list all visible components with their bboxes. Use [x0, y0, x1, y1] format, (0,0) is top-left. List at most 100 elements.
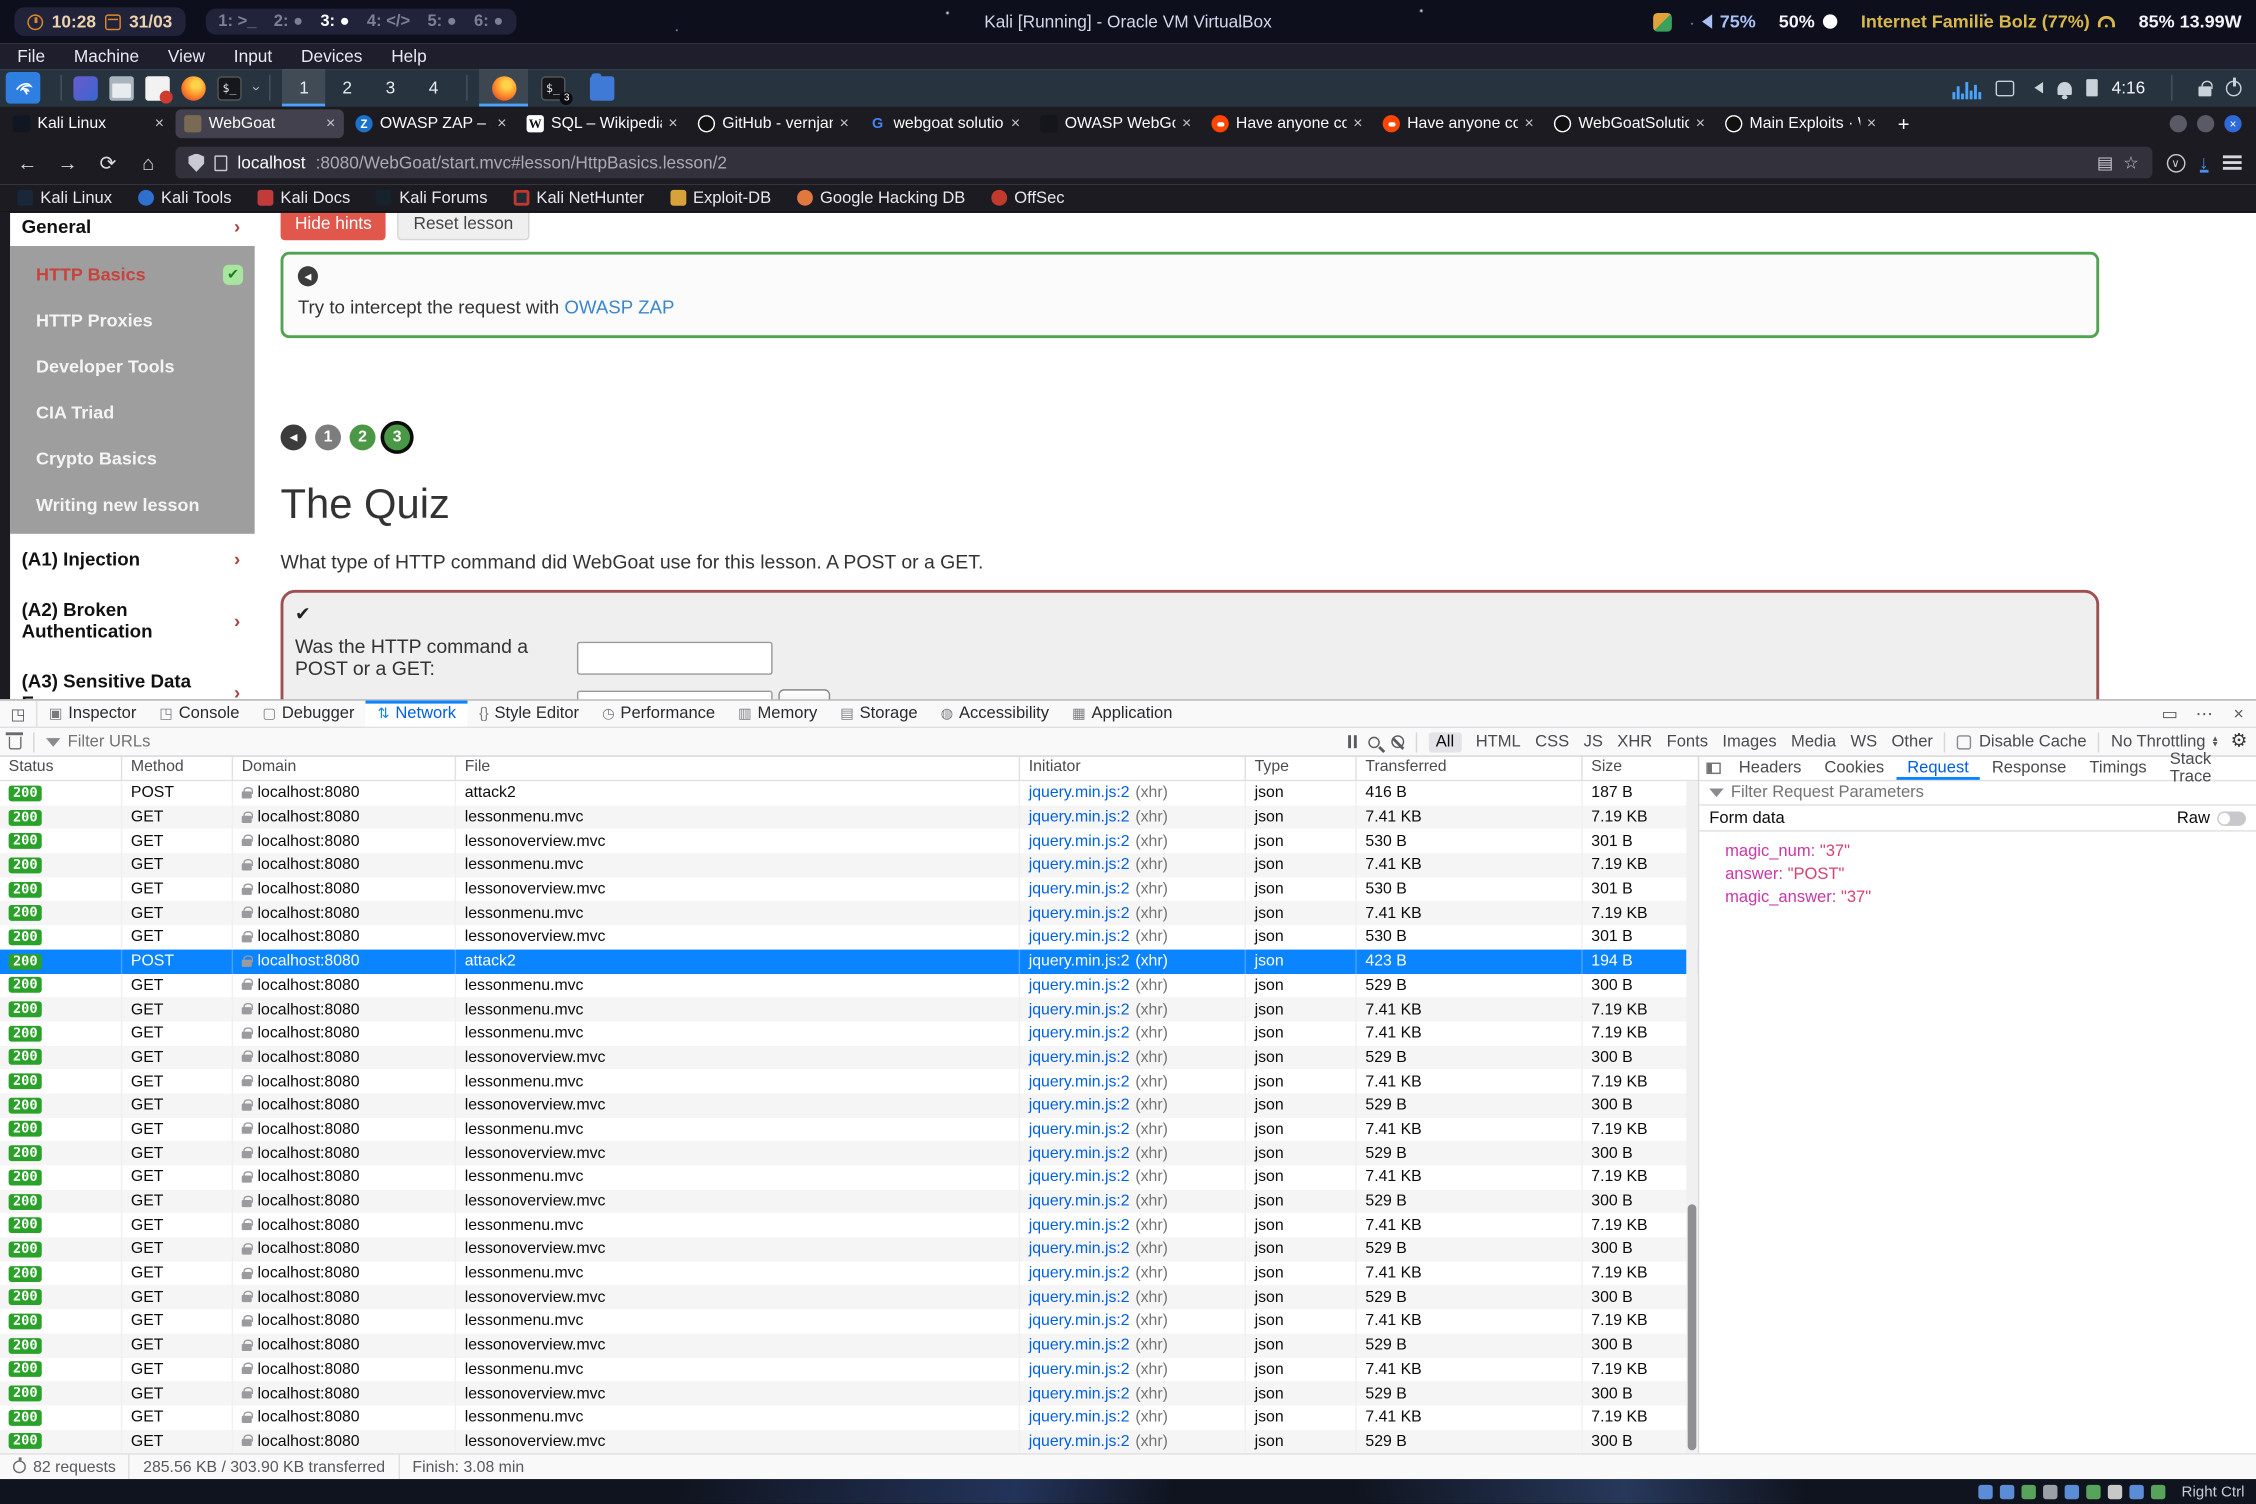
site-info-icon[interactable] [214, 155, 227, 171]
type-filter-fonts[interactable]: Fonts [1667, 733, 1708, 750]
kali-clock[interactable]: 4:16 [2112, 78, 2146, 98]
request-row[interactable]: 200 GET localhost:8080 lessonoverview.mv… [0, 1189, 1698, 1213]
taskbar-files[interactable] [577, 69, 626, 106]
wifi-indicator[interactable]: Internet Familie Bolz (77%) [1861, 12, 2116, 32]
browser-tab[interactable]: Have anyone comple × [1374, 109, 1542, 138]
tab-close-icon[interactable]: × [1011, 115, 1020, 132]
network-settings-icon[interactable]: ⚙ [2231, 731, 2248, 753]
initiator-link[interactable]: jquery.min.js:2 [1029, 1025, 1130, 1042]
firefox-launcher-icon[interactable] [181, 76, 205, 100]
sidebar-category[interactable]: (A3) Sensitive Data Exposure › [10, 656, 255, 699]
audio-icon[interactable] [2022, 1484, 2036, 1498]
request-row[interactable]: 200 GET localhost:8080 lessonmenu.mvc jq… [0, 805, 1698, 829]
bookmark-item[interactable]: OffSec [991, 189, 1064, 206]
request-row[interactable]: 200 GET localhost:8080 lessonmenu.mvc jq… [0, 973, 1698, 997]
type-filter-all[interactable]: All [1429, 732, 1462, 752]
host-workspace[interactable]: 2: ● [274, 13, 303, 30]
tab-close-icon[interactable]: × [1867, 115, 1876, 132]
bookmark-item[interactable]: Kali Forums [376, 189, 487, 206]
bookmark-item[interactable]: Exploit-DB [670, 189, 771, 206]
column-header-initiator[interactable]: Initiator [1020, 757, 1246, 780]
tab-close-icon[interactable]: × [1353, 115, 1362, 132]
clear-requests-icon[interactable] [9, 737, 22, 750]
request-row[interactable]: 200 POST localhost:8080 attack2 jquery.m… [0, 949, 1698, 973]
type-filter-js[interactable]: JS [1584, 733, 1603, 750]
detail-tab-response[interactable]: Response [1980, 757, 2078, 780]
devtools-tab-inspector[interactable]: ▣Inspector [37, 701, 147, 727]
sidebar-lesson-item[interactable]: Crypto Basics [10, 436, 255, 482]
tab-close-icon[interactable]: × [1696, 115, 1705, 132]
sidebar-category[interactable]: (A1) Injection › [10, 534, 255, 584]
hint-prev-icon[interactable]: ◄ [298, 266, 318, 286]
volume-indicator[interactable]: 75% [1695, 12, 1755, 32]
kali-workspace-pager[interactable]: 1234 [282, 69, 455, 106]
taskbar-firefox[interactable] [480, 69, 529, 106]
detail-tab-headers[interactable]: Headers [1727, 757, 1813, 780]
sidebar-lesson-item[interactable]: CIA Triad [10, 390, 255, 436]
browser-tab[interactable]: Z OWASP ZAP – ZAP i × [347, 109, 515, 138]
minimize-button[interactable] [2170, 115, 2187, 132]
request-row[interactable]: 200 GET localhost:8080 lessonmenu.mvc jq… [0, 1165, 1698, 1189]
kali-workspace-2[interactable]: 2 [326, 69, 369, 106]
bookmark-item[interactable]: Kali Docs [257, 189, 350, 206]
sidebar-lesson-item[interactable]: HTTP Proxies [10, 298, 255, 344]
url-bar[interactable]: localhost :8080/WebGoat/start.mvc#lesson… [176, 147, 2152, 179]
initiator-link[interactable]: jquery.min.js:2 [1029, 1169, 1130, 1186]
close-button[interactable]: × [2224, 115, 2241, 132]
type-filter-ws[interactable]: WS [1850, 733, 1877, 750]
scrollbar[interactable] [1686, 781, 1698, 1453]
devtools-tab-performance[interactable]: ◷Performance [591, 701, 727, 727]
disable-cache-checkbox[interactable]: Disable Cache [1957, 733, 2086, 750]
whisker-menu-icon[interactable] [73, 76, 97, 100]
brightness-indicator[interactable]: 50% [1779, 12, 1838, 32]
form-data-param[interactable]: answer: "POST" [1699, 863, 2256, 886]
host-workspace[interactable]: 6: ● [474, 13, 503, 30]
reader-mode-icon[interactable]: ▤ [2097, 153, 2113, 173]
initiator-link[interactable]: jquery.min.js:2 [1029, 1337, 1130, 1354]
column-header-size[interactable]: Size [1583, 757, 1675, 780]
kali-workspace-4[interactable]: 4 [412, 69, 455, 106]
menu-file[interactable]: File [17, 46, 45, 66]
devtools-tab-debugger[interactable]: ▢Debugger [251, 701, 366, 727]
bookmark-star-icon[interactable]: ☆ [2123, 153, 2138, 173]
column-header-type[interactable]: Type [1246, 757, 1357, 780]
go-button[interactable]: Go! [778, 689, 830, 699]
bookmark-item[interactable]: Kali Linux [17, 189, 112, 206]
browser-tab[interactable]: WebGoatSolutions/S × [1545, 109, 1713, 138]
text-editor-icon[interactable] [145, 76, 169, 100]
devtools-menu-icon[interactable]: ⋯ [2187, 704, 2222, 724]
notifications-icon[interactable] [2057, 81, 2071, 94]
column-header-method[interactable]: Method [122, 757, 233, 780]
type-filter-media[interactable]: Media [1791, 733, 1836, 750]
initiator-link[interactable]: jquery.min.js:2 [1029, 1265, 1130, 1282]
browser-tab[interactable]: Have anyone comple × [1203, 109, 1371, 138]
initiator-link[interactable]: jquery.min.js:2 [1029, 977, 1130, 994]
page-back-button[interactable]: ◄ [281, 424, 307, 450]
pocket-icon[interactable]: ∨ [2166, 153, 2185, 172]
request-row[interactable]: 200 GET localhost:8080 lessonmenu.mvc jq… [0, 1309, 1698, 1333]
request-row[interactable]: 200 GET localhost:8080 lessonoverview.mv… [0, 925, 1698, 949]
forward-button[interactable]: → [55, 151, 81, 174]
detail-tab-timings[interactable]: Timings [2078, 757, 2158, 780]
pause-traffic-icon[interactable] [1348, 735, 1357, 748]
type-filter-xhr[interactable]: XHR [1617, 733, 1652, 750]
devtools-tab-style-editor[interactable]: {}Style Editor [468, 701, 591, 727]
initiator-link[interactable]: jquery.min.js:2 [1029, 1217, 1130, 1234]
pick-element-icon[interactable]: ◳ [0, 701, 37, 727]
menu-view[interactable]: View [168, 46, 205, 66]
menu-help[interactable]: Help [391, 46, 427, 66]
initiator-link[interactable]: jquery.min.js:2 [1029, 1049, 1130, 1066]
sidebar-category[interactable]: (A2) Broken Authentication › [10, 584, 255, 656]
tab-close-icon[interactable]: × [1524, 115, 1533, 132]
kali-menu-button[interactable] [6, 72, 41, 104]
type-filter-html[interactable]: HTML [1476, 733, 1521, 750]
initiator-link[interactable]: jquery.min.js:2 [1029, 1313, 1130, 1330]
request-row[interactable]: 200 GET localhost:8080 lessonoverview.mv… [0, 1381, 1698, 1405]
network-graph[interactable] [1952, 76, 1981, 99]
initiator-link[interactable]: jquery.min.js:2 [1029, 1121, 1130, 1138]
devtools-tab-storage[interactable]: ▤Storage [829, 701, 929, 727]
search-icon[interactable] [1368, 736, 1380, 748]
sidebar-lesson-item[interactable]: Writing new lesson [10, 482, 255, 528]
file-manager-icon[interactable] [109, 76, 133, 100]
menu-icon[interactable] [2223, 156, 2242, 170]
